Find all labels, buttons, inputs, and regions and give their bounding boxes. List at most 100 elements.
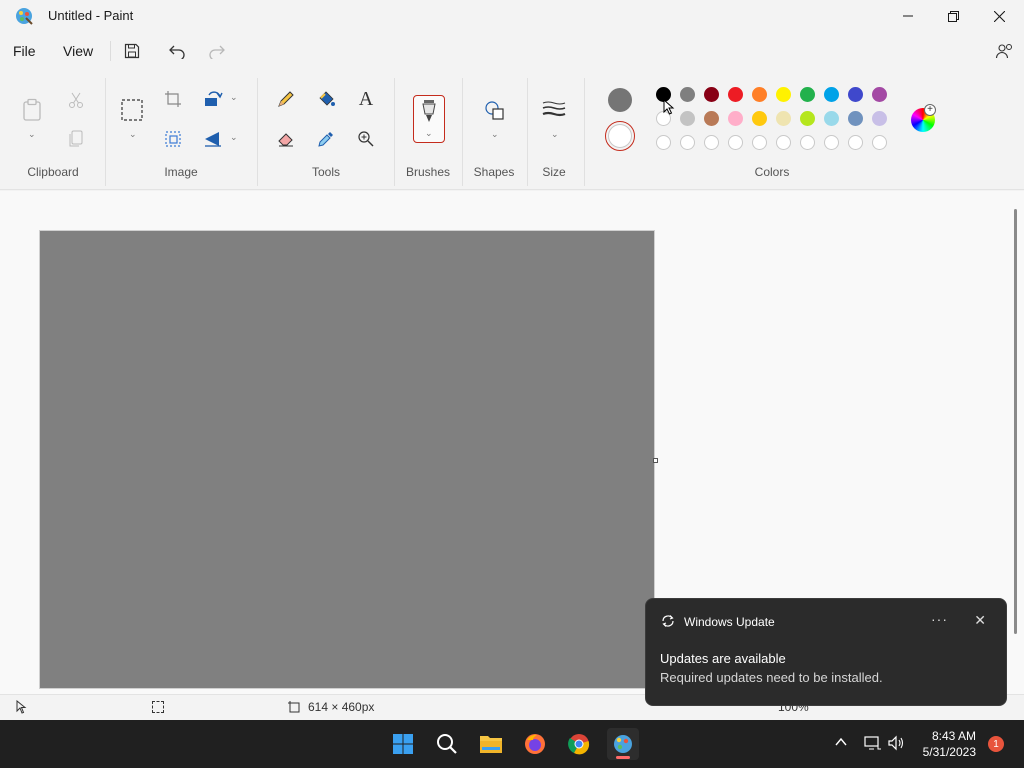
firefox-icon[interactable]	[519, 728, 551, 760]
custom-color-slot[interactable]	[776, 135, 791, 150]
brushes-button[interactable]: ⌄	[413, 95, 445, 143]
palette-swatch[interactable]	[848, 87, 863, 102]
active-app-indicator	[616, 756, 630, 759]
custom-color-slot[interactable]	[704, 135, 719, 150]
shapes-group-label: Shapes	[473, 165, 515, 179]
window-title: Untitled - Paint	[48, 8, 134, 23]
toast-more-icon[interactable]: ···	[931, 611, 948, 627]
eraser-icon[interactable]	[274, 127, 298, 151]
shapes-icon[interactable]	[482, 98, 506, 122]
chevron-up-icon[interactable]	[834, 735, 848, 752]
custom-color-slot[interactable]	[872, 135, 887, 150]
custom-color-slot[interactable]	[824, 135, 839, 150]
edit-colors-icon[interactable]: +	[911, 104, 936, 132]
file-explorer-icon[interactable]	[475, 728, 507, 760]
rotate-icon[interactable]	[201, 87, 225, 111]
paste-icon[interactable]	[20, 98, 44, 122]
toast-body: Required updates need to be installed.	[660, 670, 883, 685]
palette-swatch[interactable]	[872, 87, 887, 102]
restore-button[interactable]	[930, 0, 976, 32]
palette-swatch[interactable]	[752, 87, 767, 102]
flip-chevron-down-icon[interactable]: ⌄	[230, 132, 238, 143]
redo-icon[interactable]	[207, 41, 227, 61]
custom-color-slot[interactable]	[752, 135, 767, 150]
magnifier-icon[interactable]	[354, 127, 378, 151]
copy-icon[interactable]	[64, 127, 88, 151]
custom-color-slot[interactable]	[800, 135, 815, 150]
palette-swatch[interactable]	[848, 111, 863, 126]
palette-swatch[interactable]	[800, 111, 815, 126]
palette-swatch[interactable]	[680, 87, 695, 102]
cursor-position-icon	[16, 699, 28, 717]
crop-icon[interactable]	[161, 87, 185, 111]
ribbon-toolbar: ⌄ Clipboard ⌄ ⌄ ⌄ Image A Tools ⌄ Brushe…	[0, 70, 1024, 190]
undo-icon[interactable]	[167, 41, 187, 61]
windows-update-toast[interactable]: Windows Update ··· ✕ Updates are availab…	[645, 598, 1007, 706]
taskbar: 8:43 AM 5/31/2023 1	[0, 720, 1024, 768]
canvas-resize-handle[interactable]	[653, 458, 658, 463]
menu-view[interactable]: View	[63, 43, 93, 59]
text-icon[interactable]: A	[354, 87, 378, 111]
ribbon-divider	[584, 78, 585, 186]
custom-color-slot[interactable]	[728, 135, 743, 150]
image-group-label: Image	[164, 165, 198, 179]
volume-icon[interactable]	[888, 735, 906, 754]
vertical-scrollbar[interactable]	[1014, 209, 1017, 634]
start-icon[interactable]	[387, 728, 419, 760]
search-icon[interactable]	[431, 728, 463, 760]
toast-title: Updates are available	[660, 651, 786, 666]
rotate-chevron-down-icon[interactable]: ⌄	[230, 92, 238, 103]
colors-group-label: Colors	[754, 165, 790, 179]
flip-icon[interactable]	[201, 127, 225, 151]
palette-swatch[interactable]	[800, 87, 815, 102]
brushes-chevron-down-icon[interactable]: ⌄	[425, 128, 433, 139]
paint-icon[interactable]	[607, 728, 639, 760]
paste-chevron-down-icon[interactable]: ⌄	[28, 129, 36, 140]
size-icon[interactable]	[542, 98, 566, 122]
palette-swatch[interactable]	[704, 111, 719, 126]
shapes-chevron-down-icon[interactable]: ⌄	[491, 129, 499, 140]
menu-file[interactable]: File	[13, 43, 36, 59]
drawing-canvas[interactable]	[40, 231, 654, 688]
cut-icon[interactable]	[64, 88, 88, 112]
palette-swatch[interactable]	[728, 87, 743, 102]
palette-swatch[interactable]	[872, 111, 887, 126]
custom-color-slot[interactable]	[680, 135, 695, 150]
fill-icon[interactable]	[314, 87, 338, 111]
mouse-cursor-icon	[663, 98, 675, 118]
clipboard-group-label: Clipboard	[27, 165, 79, 179]
chrome-icon[interactable]	[563, 728, 595, 760]
ribbon-divider	[394, 78, 395, 186]
toast-close-icon[interactable]: ✕	[974, 612, 986, 629]
palette-swatch[interactable]	[776, 87, 791, 102]
palette-swatch[interactable]	[704, 87, 719, 102]
minimize-button[interactable]	[885, 0, 931, 32]
primary-color-swatch[interactable]	[608, 88, 632, 112]
palette-swatch[interactable]	[728, 111, 743, 126]
select-icon[interactable]	[120, 98, 144, 122]
select-chevron-down-icon[interactable]: ⌄	[129, 129, 137, 140]
ribbon-divider	[462, 78, 463, 186]
custom-color-slot[interactable]	[848, 135, 863, 150]
custom-color-slot[interactable]	[656, 135, 671, 150]
palette-swatch[interactable]	[776, 111, 791, 126]
sync-icon	[661, 614, 675, 631]
pencil-icon[interactable]	[274, 87, 298, 111]
color-picker-icon[interactable]	[314, 127, 338, 151]
palette-swatch[interactable]	[824, 111, 839, 126]
palette-swatch[interactable]	[824, 87, 839, 102]
palette-swatch[interactable]	[752, 111, 767, 126]
network-icon[interactable]	[864, 735, 882, 754]
brushes-group-label: Brushes	[405, 165, 451, 179]
resize-icon[interactable]	[161, 127, 185, 151]
system-clock[interactable]: 8:43 AM 5/31/2023	[923, 728, 976, 760]
account-icon[interactable]	[994, 41, 1014, 61]
notification-badge[interactable]: 1	[988, 736, 1004, 752]
palette-swatch[interactable]	[680, 111, 695, 126]
save-icon[interactable]	[122, 41, 142, 61]
size-chevron-down-icon[interactable]: ⌄	[551, 129, 559, 140]
brush-icon	[422, 100, 436, 122]
selection-size-icon	[152, 701, 164, 713]
close-window-button[interactable]	[976, 0, 1022, 32]
secondary-color-swatch[interactable]	[605, 121, 635, 151]
